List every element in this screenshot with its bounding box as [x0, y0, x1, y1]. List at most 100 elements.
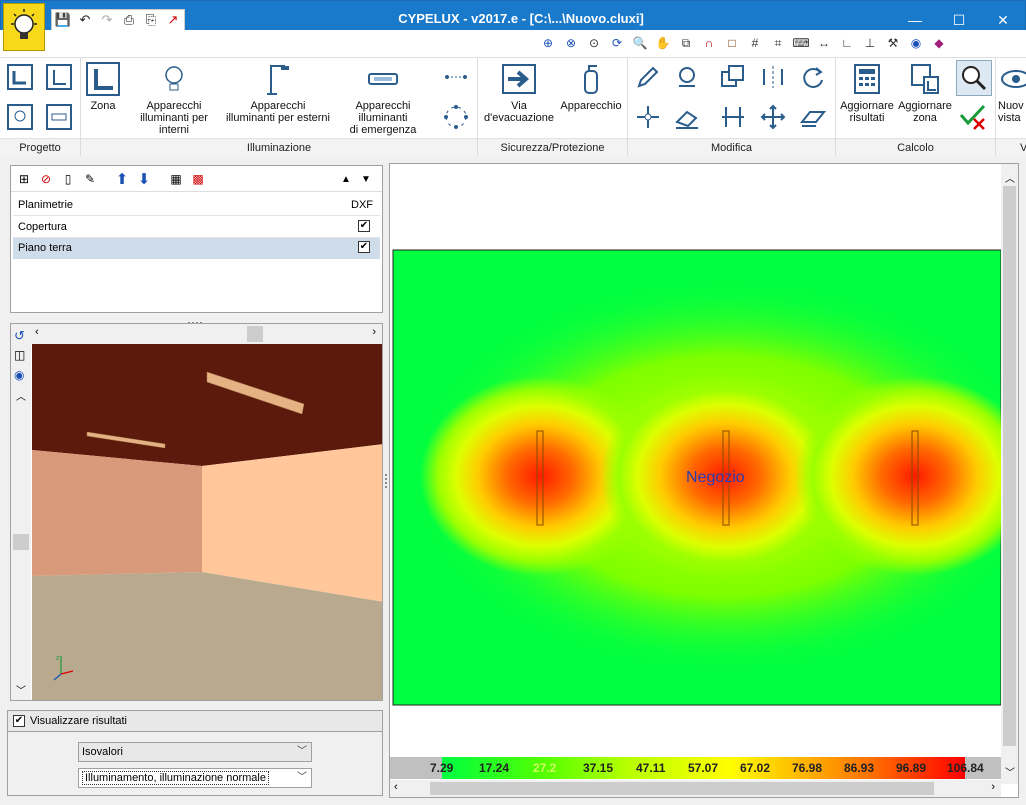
- undo-icon[interactable]: ↶: [74, 10, 96, 30]
- scroll-left-arrow[interactable]: ‹: [35, 326, 39, 338]
- result-mode-select[interactable]: Isovalori ﹀: [78, 742, 312, 762]
- group-label-modifica: Modifica: [628, 138, 835, 156]
- export-icon[interactable]: ↗: [162, 10, 184, 30]
- plan-vertical-scrollbar[interactable]: ︿ ﹀: [1001, 164, 1018, 784]
- legend-value: 86.93: [844, 761, 875, 775]
- measure-icon[interactable]: ⊥: [860, 34, 880, 52]
- plan-view[interactable]: Negozio 7.29 17.24 27.2 37.15 47.11 57.0…: [389, 163, 1019, 798]
- cube-icon[interactable]: ◫: [14, 348, 25, 362]
- print-icon[interactable]: ⎙: [118, 10, 140, 30]
- chevron-down-icon: ﹀: [297, 746, 307, 757]
- save-icon[interactable]: 💾: [52, 10, 74, 30]
- pan-hand-icon[interactable]: ✋: [653, 34, 673, 52]
- plan-horizontal-scrollbar[interactable]: ‹ ›: [390, 780, 1001, 797]
- splitter-grip[interactable]: [186, 316, 206, 324]
- print-preview-icon[interactable]: ⎘: [140, 10, 162, 30]
- arrow-down-icon[interactable]: ⬇: [135, 170, 153, 188]
- planimetrie-panel: ⊞ ⊘ ▯ ✎ ⬆ ⬇ ▦ ▩ ▲ ▼ Planimetrie DXF Cope…: [10, 165, 383, 313]
- visualizzare-risultati-label: Visualizzare risultati: [30, 715, 128, 727]
- horizontal-scroll-thumb[interactable]: [430, 782, 934, 795]
- scroll-down-icon[interactable]: ▼: [357, 170, 375, 188]
- delete-icon[interactable]: ⊘: [37, 170, 55, 188]
- edit-pencil-icon[interactable]: [633, 62, 663, 92]
- app-logo-icon[interactable]: [3, 3, 45, 51]
- zone-label[interactable]: Negozio: [686, 469, 745, 487]
- apparecchi-interni-button[interactable]: Apparecchi illuminanti per interni: [125, 62, 223, 136]
- scroll-down-arrow[interactable]: ﹀: [1005, 764, 1015, 779]
- 3d-view-panel[interactable]: ↺ ◫ ◉ ︿ ﹀ ‹ › z: [10, 323, 383, 701]
- rotate-point-icon[interactable]: [672, 62, 702, 92]
- square-snap-icon[interactable]: □: [722, 34, 742, 52]
- magnifier-icon[interactable]: [956, 60, 992, 96]
- table-row-selected[interactable]: Piano terra ✔: [13, 238, 380, 259]
- apparecchi-emergenza-button[interactable]: Apparecchi illuminanti di emergenza: [331, 62, 435, 136]
- circle-array-icon[interactable]: [441, 102, 471, 132]
- apparecchi-esterni-button[interactable]: Apparecchi illuminanti per esterni: [226, 62, 330, 124]
- eraser-icon[interactable]: [672, 102, 702, 132]
- zoom-icon[interactable]: 🔍: [630, 34, 650, 52]
- dxf-grid-icon[interactable]: ▩: [189, 170, 207, 188]
- rotate-view-icon[interactable]: ↺: [14, 328, 25, 344]
- zoom-x2-icon[interactable]: ⊙: [584, 34, 604, 52]
- globe-icon[interactable]: ◉: [906, 34, 926, 52]
- angle-icon[interactable]: ∟: [837, 34, 857, 52]
- project-emergency-icon[interactable]: [44, 102, 74, 132]
- dxf-import-icon[interactable]: ▦: [167, 170, 185, 188]
- line-array-icon[interactable]: [441, 62, 471, 92]
- eye-view-icon[interactable]: ◉: [14, 368, 24, 382]
- row-dxf-checkbox[interactable]: ✔: [358, 220, 370, 232]
- redraw-icon[interactable]: ⟳: [607, 34, 627, 52]
- vertical-scroll-thumb[interactable]: [13, 534, 29, 550]
- copy-icon[interactable]: [718, 62, 748, 92]
- nuova-vista-button[interactable]: Nuov vista: [998, 62, 1026, 124]
- dimension-icon[interactable]: ↔: [814, 34, 834, 52]
- check-x-icon[interactable]: [958, 102, 988, 132]
- project-lights-icon[interactable]: [5, 102, 35, 132]
- keyboard-icon[interactable]: ⌨: [791, 34, 811, 52]
- redo-icon[interactable]: ↷: [96, 10, 118, 30]
- page-icon[interactable]: ▯: [59, 170, 77, 188]
- add-icon[interactable]: ⊞: [15, 170, 33, 188]
- move-arrows-icon[interactable]: [758, 102, 788, 132]
- arrow-up-icon[interactable]: ⬆: [113, 170, 131, 188]
- arrow-right-icon: [502, 64, 536, 94]
- help-book-icon[interactable]: ◆: [929, 34, 949, 52]
- vertical-splitter-grip[interactable]: [384, 472, 388, 490]
- snap-point-icon[interactable]: ⌗: [768, 34, 788, 52]
- row-dxf-checkbox[interactable]: ✔: [358, 241, 370, 253]
- scroll-up-arrow[interactable]: ︿: [1005, 170, 1015, 185]
- horizontal-scroll-thumb[interactable]: [247, 326, 263, 342]
- grid-icon[interactable]: #: [745, 34, 765, 52]
- scroll-up-icon[interactable]: ▲: [337, 170, 355, 188]
- plane-icon[interactable]: [798, 102, 828, 132]
- aggiornare-zona-button[interactable]: Aggiornare zona: [896, 62, 954, 124]
- zoom-extents-icon[interactable]: ⊗: [561, 34, 581, 52]
- via-evacuazione-button[interactable]: Via d'evacuazione: [482, 62, 556, 124]
- group-label-illuminazione: Illuminazione: [81, 138, 477, 156]
- scroll-left-arrow[interactable]: ‹: [394, 781, 398, 793]
- scroll-up-arrow[interactable]: ︿: [16, 388, 26, 403]
- magnet-icon[interactable]: ∩: [699, 34, 719, 52]
- fit-view-icon[interactable]: ⧉: [676, 34, 696, 52]
- table-row[interactable]: Copertura ✔: [13, 217, 380, 238]
- project-new-icon[interactable]: [5, 62, 35, 92]
- edit-icon[interactable]: ✎: [81, 170, 99, 188]
- stretch-icon[interactable]: [718, 102, 748, 132]
- scroll-down-arrow[interactable]: ﹀: [16, 682, 26, 697]
- scroll-right-arrow[interactable]: ›: [991, 781, 995, 793]
- zona-button[interactable]: Zona: [85, 62, 121, 112]
- project-open-icon[interactable]: [44, 62, 74, 92]
- aggiornare-risultati-button[interactable]: Aggiornare risultati: [838, 62, 896, 124]
- zoom-window-icon[interactable]: ⊕: [538, 34, 558, 52]
- apparecchio-button[interactable]: Apparecchio: [558, 62, 624, 112]
- rotate-icon[interactable]: [798, 62, 828, 92]
- tools-icon[interactable]: ⚒: [883, 34, 903, 52]
- move-point-icon[interactable]: [633, 102, 663, 132]
- 3d-horizontal-scrollbar[interactable]: ‹ ›: [31, 324, 382, 344]
- vertical-scroll-thumb[interactable]: [1003, 186, 1016, 746]
- apparecchi-interni-label-1: Apparecchi: [146, 100, 202, 112]
- result-quantity-select[interactable]: Illuminamento, illuminazione normale ﹀: [78, 768, 312, 788]
- scroll-right-arrow[interactable]: ›: [372, 326, 376, 338]
- visualizzare-risultati-checkbox[interactable]: ✔: [13, 715, 25, 727]
- mirror-icon[interactable]: [758, 62, 788, 92]
